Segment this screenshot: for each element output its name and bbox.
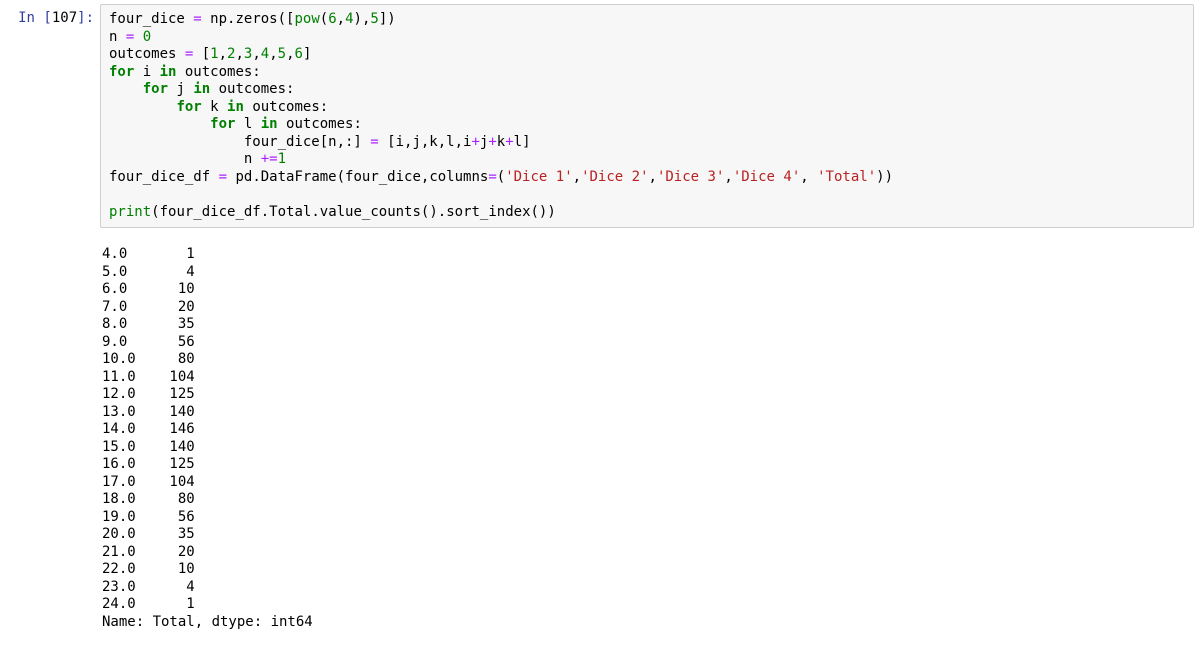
- code-token: 'Dice 4': [733, 169, 800, 185]
- code-token: (: [497, 169, 505, 185]
- code-token: ,: [573, 169, 581, 185]
- code-token: ,: [724, 169, 732, 185]
- code-token: ,: [252, 46, 260, 62]
- code-input-area[interactable]: four_dice = np.zeros([pow(6,4),5]) n = 0…: [100, 4, 1194, 228]
- code-token: 'Dice 3': [657, 169, 724, 185]
- code-token: +: [471, 134, 479, 150]
- code-token: in: [160, 64, 177, 80]
- code-token: pow: [294, 11, 319, 27]
- output-prompt: [6, 240, 100, 246]
- code-token: four_dice_df: [109, 169, 219, 185]
- code-token: k: [202, 99, 227, 115]
- code-token: .: [252, 169, 260, 185]
- code-token: [109, 99, 176, 115]
- code-token: )): [876, 169, 893, 185]
- code-token: np: [202, 11, 227, 27]
- code-token: [109, 116, 210, 132]
- prompt-suffix: ]:: [77, 10, 94, 26]
- code-token: n: [109, 151, 261, 167]
- code-token: l]: [514, 134, 531, 150]
- code-token: in: [227, 99, 244, 115]
- code-token: four_dice[n,:]: [109, 134, 370, 150]
- code-token: ,: [286, 46, 294, 62]
- code-token: [: [193, 46, 210, 62]
- code-token: k: [497, 134, 505, 150]
- code-token: =: [370, 134, 378, 150]
- code-token: 0: [143, 29, 151, 45]
- code-token: Total: [269, 204, 311, 220]
- code-token: +: [488, 134, 496, 150]
- code-token: outcomes:: [176, 64, 260, 80]
- code-token: 'Total': [817, 169, 876, 185]
- code-token: value_counts(): [320, 204, 438, 220]
- code-token: [134, 29, 142, 45]
- code-token: +=: [261, 151, 278, 167]
- code-token: j: [168, 81, 193, 97]
- code-token: 4: [345, 11, 353, 27]
- code-token: sort_index()): [446, 204, 556, 220]
- code-token: for: [176, 99, 201, 115]
- code-token: .: [311, 204, 319, 220]
- code-token: ,: [337, 11, 345, 27]
- code-token: =: [219, 169, 227, 185]
- code-token: pd: [227, 169, 252, 185]
- code-token: 'Dice 1': [505, 169, 572, 185]
- code-token: [i,j,k,l,i: [379, 134, 472, 150]
- code-token: (: [320, 11, 328, 27]
- code-token: ,: [800, 169, 817, 185]
- code-token: outcomes:: [278, 116, 362, 132]
- code-token: [109, 81, 143, 97]
- code-token: ]): [379, 11, 396, 27]
- code-token: DataFrame(four_dice,columns: [261, 169, 489, 185]
- code-token: 6: [328, 11, 336, 27]
- code-token: zeros([: [235, 11, 294, 27]
- code-token: 'Dice 2': [581, 169, 648, 185]
- code-token: ,: [649, 169, 657, 185]
- code-token: for: [109, 64, 134, 80]
- input-prompt: In [107]:: [6, 4, 100, 28]
- code-token: n: [109, 29, 126, 45]
- code-token: 5: [278, 46, 286, 62]
- code-token: 5: [370, 11, 378, 27]
- code-token: .: [438, 204, 446, 220]
- code-token: =: [488, 169, 496, 185]
- prompt-number: 107: [52, 10, 77, 26]
- code-token: 4: [261, 46, 269, 62]
- code-token: +: [505, 134, 513, 150]
- prompt-prefix: In [: [18, 10, 52, 26]
- code-token: outcomes:: [210, 81, 294, 97]
- stdout-output: 4.0 1 5.0 4 6.0 10 7.0 20 8.0 35 9.0 56 …: [100, 240, 1194, 631]
- code-token: l: [235, 116, 260, 132]
- code-token: ),: [354, 11, 371, 27]
- code-token: outcomes: [109, 46, 185, 62]
- code-token: in: [193, 81, 210, 97]
- code-token: for: [210, 116, 235, 132]
- code-token: i: [134, 64, 159, 80]
- code-token: ]: [303, 46, 311, 62]
- code-token: (four_dice_df: [151, 204, 261, 220]
- code-token: outcomes:: [244, 99, 328, 115]
- code-token: ,: [269, 46, 277, 62]
- code-token: 6: [295, 46, 303, 62]
- code-token: 1: [210, 46, 218, 62]
- code-token: ,: [235, 46, 243, 62]
- code-token: =: [193, 11, 201, 27]
- code-token: .: [261, 204, 269, 220]
- jupyter-output-cell: 4.0 1 5.0 4 6.0 10 7.0 20 8.0 35 9.0 56 …: [0, 236, 1200, 639]
- code-token: for: [143, 81, 168, 97]
- code-token: four_dice: [109, 11, 193, 27]
- code-token: 1: [278, 151, 286, 167]
- code-token: print: [109, 204, 151, 220]
- code-token: ,: [219, 46, 227, 62]
- code-token: in: [261, 116, 278, 132]
- jupyter-code-cell: In [107]: four_dice = np.zeros([pow(6,4)…: [0, 0, 1200, 236]
